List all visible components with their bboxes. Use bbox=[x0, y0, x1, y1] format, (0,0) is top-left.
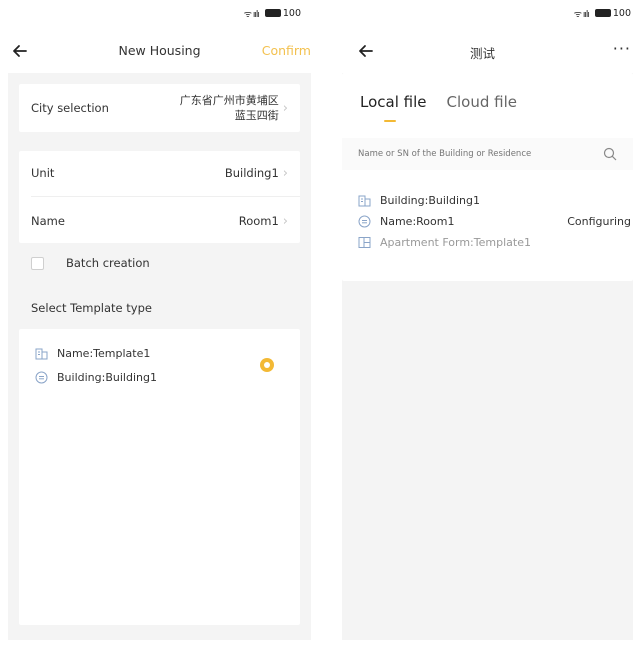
unit-label: Unit bbox=[31, 166, 55, 180]
name-icon bbox=[358, 215, 371, 228]
name-icon bbox=[35, 371, 48, 384]
file-panel: Local file Cloud file Bu bbox=[342, 73, 633, 640]
file-card: Local file Cloud file Bu bbox=[342, 73, 633, 281]
template-building: Building:Building1 bbox=[57, 371, 157, 384]
city-value-line2: 蓝玉四街 bbox=[234, 109, 279, 122]
battery-icon: 100 bbox=[264, 8, 301, 19]
building-icon bbox=[358, 195, 371, 207]
page-title: 测试 bbox=[469, 46, 495, 61]
signal-icon: ᯤ ıılı bbox=[573, 9, 590, 20]
city-selection-label: City selection bbox=[31, 101, 109, 115]
status-bar: ᯤ ıılı 100 bbox=[244, 6, 301, 20]
tab-cloud-file[interactable]: Cloud file bbox=[447, 93, 517, 111]
nav-bar: New Housing Confirm bbox=[8, 36, 311, 66]
file-list-screen: ᯤ ıılı 100 测试 ··· Local file Cloud file bbox=[342, 0, 633, 645]
form-panel: City selection 广东省广州市黄埔区 蓝玉四街 › Unit Bui… bbox=[8, 73, 311, 640]
apartment-form-icon bbox=[358, 237, 371, 248]
unit-value: Building1 bbox=[224, 166, 279, 180]
file-tabs: Local file Cloud file bbox=[360, 93, 517, 122]
search-input[interactable] bbox=[358, 149, 603, 159]
new-housing-screen: ᯤ ıılı 100 New Housing Confirm City sele… bbox=[8, 0, 311, 645]
search-bar bbox=[342, 138, 633, 170]
unit-name-card: Unit Building1 › Name Room1 › bbox=[19, 151, 300, 243]
chevron-right-icon: › bbox=[282, 213, 288, 229]
status-badge: Configuring bbox=[567, 215, 631, 228]
signal-icon: ᯤ ıılı bbox=[243, 9, 260, 20]
item-building: Building:Building1 bbox=[380, 194, 480, 207]
city-selection-card[interactable]: City selection 广东省广州市黄埔区 蓝玉四街 › bbox=[19, 84, 300, 132]
template-name: Name:Template1 bbox=[57, 347, 151, 360]
batch-creation-label: Batch creation bbox=[66, 256, 150, 270]
batch-creation-checkbox[interactable] bbox=[31, 256, 44, 270]
nav-bar: 测试 ··· bbox=[342, 36, 633, 66]
tab-local-file[interactable]: Local file bbox=[360, 93, 427, 111]
template-list-card: Name:Template1 Building:Building1 bbox=[19, 329, 300, 625]
template-item[interactable]: Name:Template1 Building:Building1 bbox=[35, 347, 157, 384]
active-tab-indicator bbox=[384, 120, 396, 122]
file-list-item[interactable]: Building:Building1 Name:Room1 Configurin… bbox=[358, 194, 631, 249]
item-apartment-form: Apartment Form:Template1 bbox=[380, 236, 531, 249]
name-value: Room1 bbox=[238, 214, 279, 228]
divider bbox=[31, 196, 300, 197]
more-icon[interactable]: ··· bbox=[613, 39, 631, 58]
battery-icon: 100 bbox=[594, 8, 631, 19]
chevron-right-icon: › bbox=[282, 100, 288, 116]
building-icon bbox=[35, 348, 48, 360]
confirm-button[interactable]: Confirm bbox=[262, 43, 311, 58]
chevron-right-icon: › bbox=[282, 165, 288, 181]
template-section-title: Select Template type bbox=[31, 301, 152, 315]
name-label: Name bbox=[31, 214, 65, 228]
city-value-line1: 广东省广州市黄埔区 bbox=[179, 94, 279, 107]
name-row[interactable]: Name Room1 › bbox=[31, 211, 288, 231]
search-icon[interactable] bbox=[603, 147, 617, 161]
batch-creation-row[interactable]: Batch creation bbox=[31, 256, 150, 270]
unit-row[interactable]: Unit Building1 › bbox=[31, 163, 288, 183]
template-radio-selected[interactable] bbox=[260, 358, 274, 372]
status-bar: ᯤ ıılı 100 bbox=[574, 6, 631, 20]
item-name: Name:Room1 bbox=[380, 215, 455, 228]
